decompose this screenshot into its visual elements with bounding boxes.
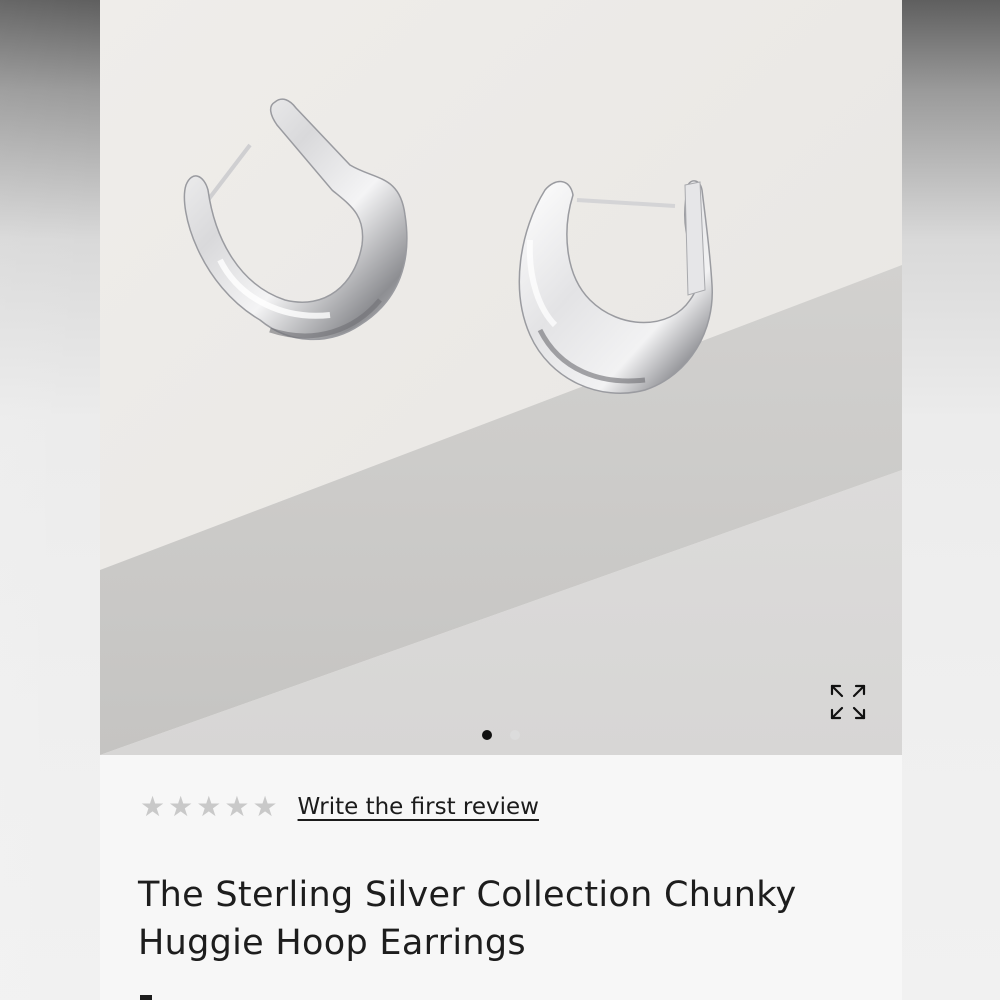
star-icon: ★ [196,790,222,823]
expand-arrows-icon [830,684,866,720]
price-cutoff [140,995,152,1000]
backdrop-left [0,0,100,1000]
star-icon: ★ [140,790,166,823]
star-rating: ★ ★ ★ ★ ★ [140,793,278,821]
star-icon: ★ [252,790,278,823]
product-image[interactable] [100,0,902,755]
write-review-link[interactable]: Write the first review [298,794,539,820]
product-title: The Sterling Silver Collection Chunky Hu… [138,875,797,963]
carousel-indicators [100,730,902,742]
carousel-dot-1[interactable] [482,730,492,740]
expand-image-button[interactable] [828,682,868,722]
product-info: ★ ★ ★ ★ ★ Write the first review The Ste… [100,755,902,1000]
rating-row: ★ ★ ★ ★ ★ Write the first review [140,793,539,821]
product-page: ★ ★ ★ ★ ★ Write the first review The Ste… [100,0,902,1000]
carousel-dot-2[interactable] [510,730,520,740]
earrings-photo [100,0,902,755]
star-icon: ★ [168,790,194,823]
star-icon: ★ [224,790,250,823]
